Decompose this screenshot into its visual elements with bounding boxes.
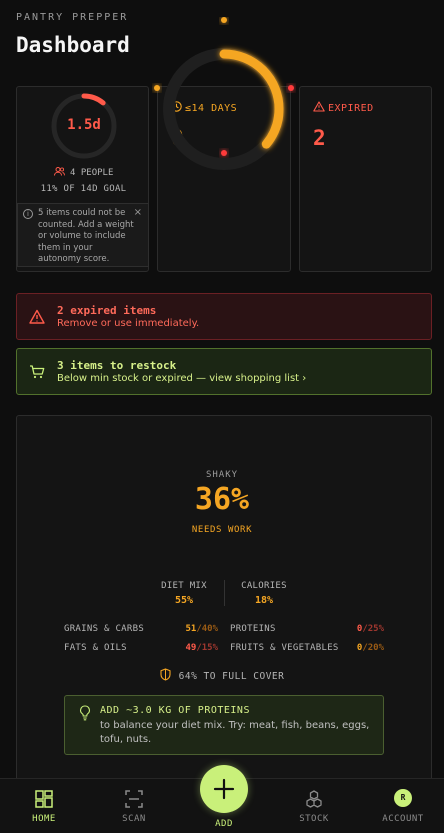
cover-text: 64% TO FULL COVER (178, 671, 285, 682)
readiness-state: SHAKY (205, 470, 239, 480)
readiness-gauge (154, 17, 294, 170)
close-icon[interactable]: × (134, 207, 142, 219)
dashboard-icon (35, 790, 53, 808)
restock-alert-title: 3 items to restock (57, 359, 177, 372)
nutrient-value: 0/25% (356, 624, 384, 634)
scan-icon (125, 790, 143, 808)
expired-label: EXPIRED (328, 103, 374, 114)
app-label: PANTRY PREPPER (16, 12, 129, 23)
readiness-status: NEEDS WORK (191, 525, 253, 535)
diet-mix-value: 55% (174, 595, 194, 606)
autonomy-card[interactable]: 1.5d 4 PEOPLE 11% OF 14D GOAL i 5 items … (16, 86, 149, 272)
shield-icon (160, 668, 171, 681)
info-icon: i (23, 209, 33, 219)
nav-scan[interactable]: SCAN (90, 779, 178, 833)
nav-account[interactable]: R ACCOUNT (359, 779, 444, 833)
cover-progress: 64% TO FULL COVER (0, 668, 444, 682)
cart-icon (30, 365, 45, 379)
warning-icon (29, 309, 45, 324)
nav-stock[interactable]: STOCK (270, 779, 358, 833)
boxes-icon (306, 790, 322, 808)
plus-icon (213, 778, 235, 800)
add-item-button[interactable] (200, 765, 248, 813)
expired-value: 2 (313, 126, 326, 150)
nav-home-label: HOME (32, 814, 56, 824)
nutrient-label: FATS & OILS (64, 643, 127, 653)
gauge-marker-right (288, 85, 294, 91)
restock-alert-link[interactable]: Below min stock or expired — view shoppi… (57, 373, 306, 384)
expired-card[interactable]: EXPIRED 2 (299, 86, 432, 272)
nutrient-label: FRUITS & VEGETABLES (230, 643, 339, 653)
gauge-marker-bottom (221, 150, 227, 156)
nutrient-value: 0/20% (356, 643, 384, 653)
nav-home[interactable]: HOME (0, 779, 88, 833)
expired-items-alert[interactable]: 2 expired items Remove or use immediatel… (16, 293, 432, 340)
nutrient-value: 49/15% (185, 643, 218, 653)
autonomy-ring: 1.5d (50, 92, 118, 160)
calories-label: CALORIES (241, 581, 287, 591)
readiness-percent: 36% (194, 482, 250, 517)
warning-icon (313, 101, 325, 112)
gauge-marker-left (154, 85, 160, 91)
nutrient-label: GRAINS & CARBS (64, 624, 145, 634)
expired-alert-title: 2 expired items (57, 304, 157, 317)
nav-account-label: ACCOUNT (382, 814, 424, 824)
protein-tip: ADD ~3.0 KG OF PROTEINS to balance your … (64, 695, 384, 755)
nutrient-label: PROTEINS (230, 624, 276, 634)
goal-progress: 11% OF 14D GOAL (40, 184, 127, 194)
expired-alert-subtitle: Remove or use immediately. (57, 318, 200, 329)
diet-mix-label: DIET MIX (161, 581, 207, 591)
people-count: 4 PEOPLE (17, 167, 150, 178)
avatar: R (394, 789, 412, 807)
nav-stock-label: STOCK (299, 814, 329, 824)
tip-text: to balance your diet mix. Try: meat, fis… (100, 720, 370, 745)
nav-scan-label: SCAN (122, 814, 146, 824)
uncounted-notice: i 5 items could not be counted. Add a we… (17, 203, 149, 267)
people-label: 4 PEOPLE (70, 168, 114, 178)
tip-title: ADD ~3.0 KG OF PROTEINS (100, 705, 250, 716)
autonomy-value: 1.5d (67, 117, 101, 133)
page-title: Dashboard (16, 33, 130, 57)
notice-text: 5 items could not be counted. Add a weig… (38, 208, 134, 264)
lightbulb-icon (80, 705, 90, 721)
expired-header: EXPIRED (313, 101, 374, 114)
nutrient-value: 51/40% (185, 624, 218, 634)
people-icon (53, 167, 70, 178)
gauge-marker-top (221, 17, 227, 23)
calories-value: 18% (254, 595, 274, 606)
restock-alert[interactable]: 3 items to restock Below min stock or ex… (16, 348, 432, 395)
add-item-label: ADD (215, 819, 233, 829)
